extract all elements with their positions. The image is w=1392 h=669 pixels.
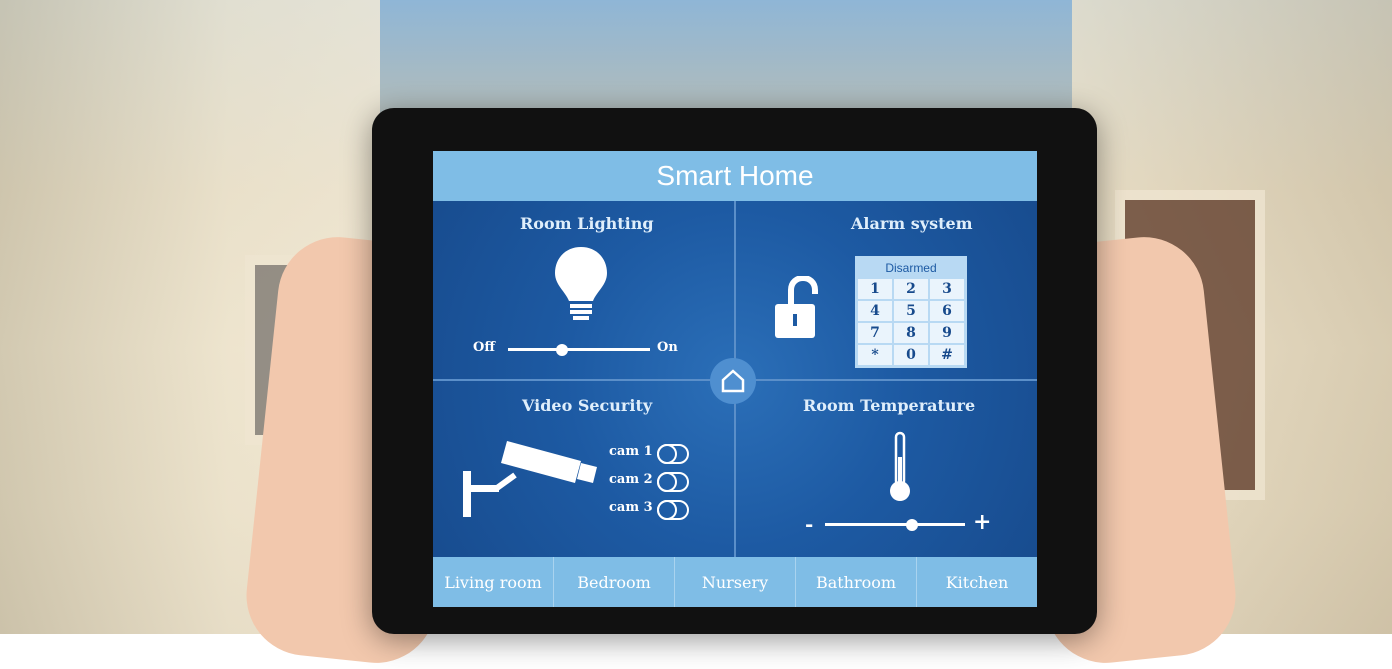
temperature-minus[interactable]: - — [805, 512, 813, 536]
home-icon — [721, 369, 745, 393]
alarm-status: Disarmed — [857, 258, 965, 278]
nav-bathroom[interactable]: Bathroom — [796, 557, 917, 607]
key-6[interactable]: 6 — [929, 300, 965, 322]
lighting-slider-knob[interactable] — [556, 344, 568, 356]
thermometer-icon — [890, 431, 910, 501]
key-7[interactable]: 7 — [857, 322, 893, 344]
app-title: Smart Home — [656, 160, 814, 191]
key-hash[interactable]: # — [929, 344, 965, 366]
lightbulb-icon — [555, 247, 607, 320]
key-3[interactable]: 3 — [929, 278, 965, 300]
key-4[interactable]: 4 — [857, 300, 893, 322]
nav-living-room[interactable]: Living room — [433, 557, 554, 607]
cam2-label: cam 2 — [609, 472, 653, 487]
lighting-title: Room Lighting — [520, 214, 654, 233]
key-2[interactable]: 2 — [893, 278, 929, 300]
cam3-label: cam 3 — [609, 500, 653, 515]
smart-home-screen: Smart Home Room Lighting Off On Alarm sy… — [433, 151, 1037, 607]
key-9[interactable]: 9 — [929, 322, 965, 344]
lighting-off-label: Off — [473, 340, 495, 355]
video-title: Video Security — [522, 396, 653, 415]
temperature-title: Room Temperature — [803, 396, 976, 415]
home-button[interactable] — [710, 358, 756, 404]
cam1-label: cam 1 — [609, 444, 653, 459]
title-bar: Smart Home — [433, 151, 1037, 201]
cam3-toggle[interactable] — [657, 500, 689, 520]
cam1-toggle[interactable] — [657, 444, 689, 464]
nav-kitchen[interactable]: Kitchen — [917, 557, 1037, 607]
temperature-slider[interactable] — [825, 523, 965, 526]
key-0[interactable]: 0 — [893, 344, 929, 366]
unlocked-padlock-icon — [775, 276, 818, 338]
key-1[interactable]: 1 — [857, 278, 893, 300]
key-8[interactable]: 8 — [893, 322, 929, 344]
cam2-toggle[interactable] — [657, 472, 689, 492]
lighting-slider[interactable] — [508, 348, 650, 351]
key-star[interactable]: * — [857, 344, 893, 366]
key-5[interactable]: 5 — [893, 300, 929, 322]
security-camera-icon — [463, 441, 597, 517]
room-nav: Living room Bedroom Nursery Bathroom Kit… — [433, 557, 1037, 607]
temperature-plus[interactable]: + — [973, 509, 991, 535]
nav-bedroom[interactable]: Bedroom — [554, 557, 675, 607]
alarm-keypad: Disarmed 1 2 3 4 5 6 7 8 9 * 0 # — [855, 256, 967, 368]
nav-nursery[interactable]: Nursery — [675, 557, 796, 607]
lighting-on-label: On — [657, 340, 678, 355]
alarm-title: Alarm system — [851, 214, 973, 233]
temperature-slider-knob[interactable] — [906, 519, 918, 531]
